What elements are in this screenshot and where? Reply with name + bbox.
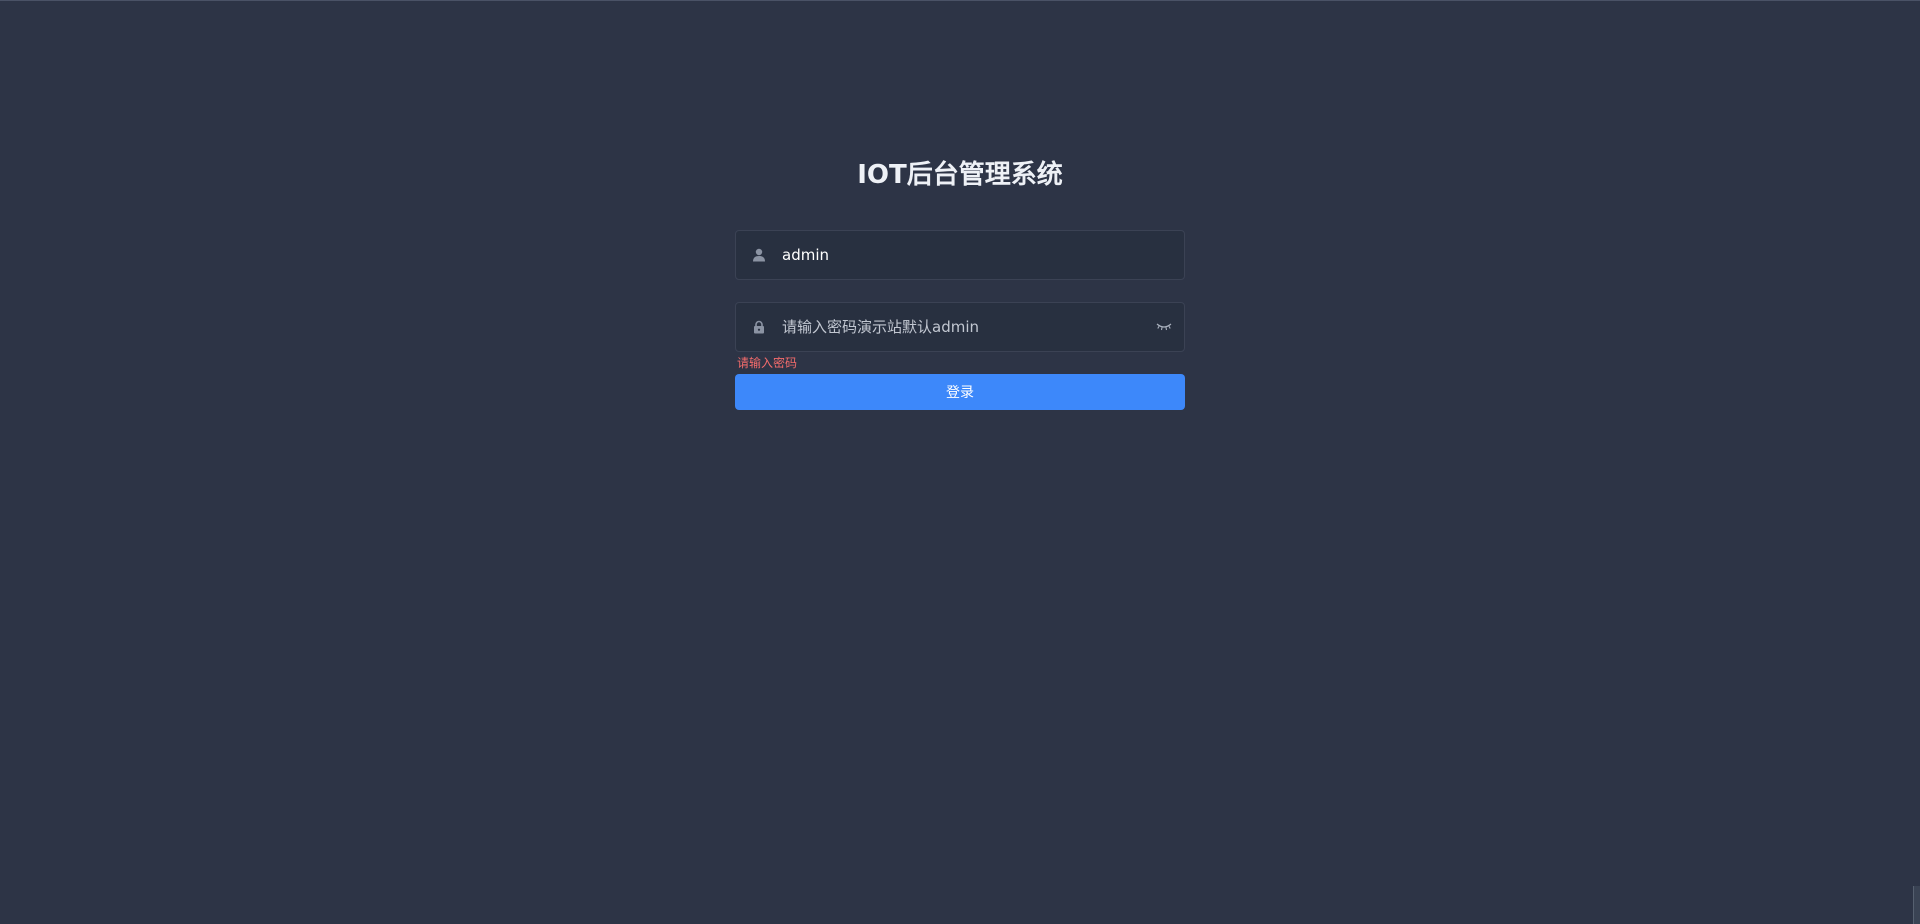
login-button[interactable]: 登录 bbox=[735, 374, 1185, 410]
username-input[interactable] bbox=[782, 231, 1184, 279]
eye-closed-icon[interactable] bbox=[1144, 303, 1184, 351]
login-form: IOT后台管理系统 请 bbox=[735, 158, 1185, 410]
page-title: IOT后台管理系统 bbox=[857, 160, 1063, 190]
password-error-message: 请输入密码 bbox=[737, 356, 798, 370]
user-icon bbox=[736, 248, 782, 262]
top-border bbox=[0, 0, 1920, 1]
password-field[interactable] bbox=[735, 302, 1185, 352]
scrollbar-corner bbox=[1913, 886, 1920, 924]
password-input[interactable] bbox=[782, 303, 1144, 351]
username-field[interactable] bbox=[735, 230, 1185, 280]
lock-icon bbox=[736, 320, 782, 334]
